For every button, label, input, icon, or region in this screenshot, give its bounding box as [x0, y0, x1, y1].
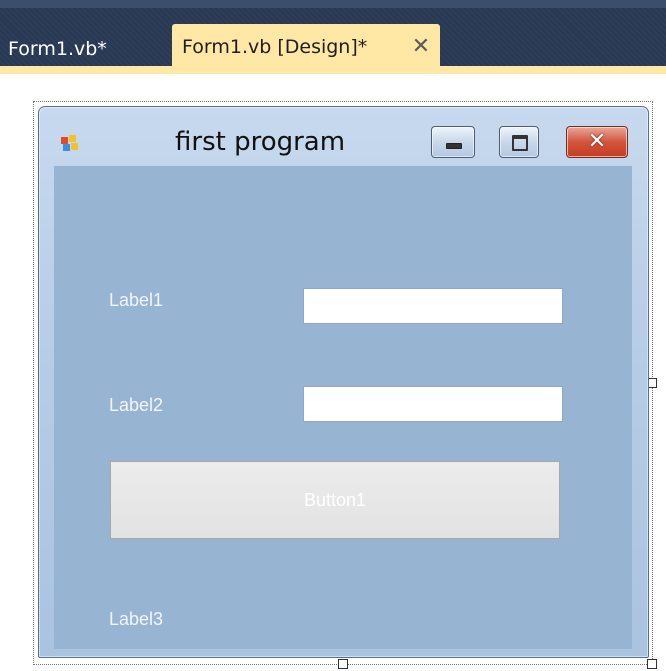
- maximize-icon: [512, 135, 528, 151]
- textbox2[interactable]: [303, 386, 563, 422]
- document-tab-strip: Form1.vb* Form1.vb [Design]* ✕: [0, 0, 666, 74]
- minimize-button[interactable]: [431, 126, 475, 158]
- resize-handle-bottom-right[interactable]: [647, 659, 657, 669]
- form-client-area: Label1 Label2 Button1 Label3: [54, 166, 632, 649]
- tab-form1-design-label: Form1.vb [Design]*: [182, 36, 368, 58]
- label3: Label3: [109, 609, 164, 629]
- close-icon: ✕: [587, 129, 607, 154]
- resize-handle-bottom[interactable]: [338, 659, 348, 669]
- tab-strip-top-border: [0, 0, 666, 8]
- form-window[interactable]: first program ✕ Label1 Label2 Button1 La…: [38, 106, 649, 658]
- close-tab-icon[interactable]: ✕: [408, 32, 434, 62]
- maximize-button[interactable]: [499, 126, 539, 158]
- close-window-button[interactable]: ✕: [566, 126, 628, 158]
- minimize-icon: [446, 143, 462, 149]
- active-tab-underline: [0, 66, 666, 74]
- button1[interactable]: Button1: [110, 461, 560, 539]
- label1: Label1: [109, 290, 164, 310]
- label2: Label2: [109, 395, 164, 415]
- textbox1[interactable]: [303, 288, 563, 324]
- tab-form1-code[interactable]: Form1.vb*: [8, 32, 107, 66]
- tab-form1-design[interactable]: Form1.vb [Design]* ✕: [172, 24, 440, 66]
- window-title: first program: [175, 127, 346, 157]
- app-icon: [61, 135, 79, 153]
